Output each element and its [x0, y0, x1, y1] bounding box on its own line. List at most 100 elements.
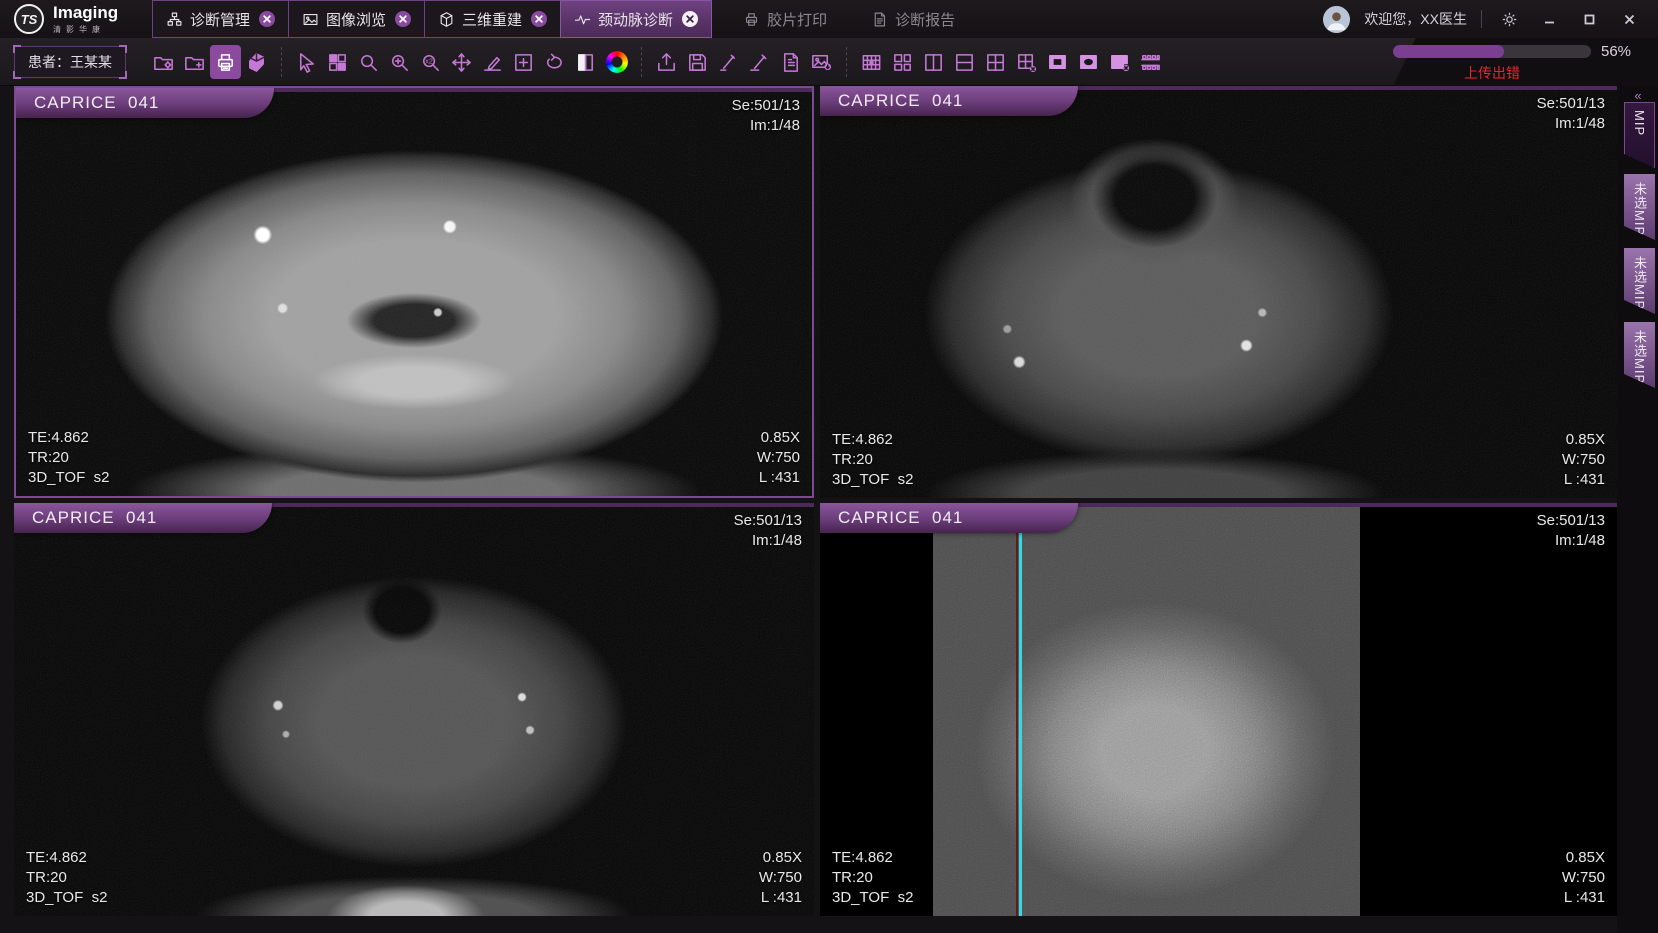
magnifier-icon [357, 51, 380, 74]
folder-plus-icon [183, 51, 206, 74]
toolbar-separator [281, 47, 282, 77]
print-icon [214, 51, 237, 74]
sequence-overlay: TE:4.862TR:203D_TOF s2 [26, 848, 107, 908]
rotate-3d-button[interactable] [539, 45, 570, 79]
side-tab-unselected-mip-1[interactable]: 未选MIP [1624, 174, 1655, 240]
collapse-panel-button[interactable]: « [1617, 88, 1658, 103]
zoom-in-button[interactable] [384, 45, 415, 79]
measure-distance-button[interactable] [713, 45, 744, 79]
layout-remove-button[interactable] [1011, 45, 1042, 79]
window-level-button[interactable] [570, 45, 601, 79]
close-button[interactable] [1616, 6, 1642, 32]
report-add-button[interactable] [775, 45, 806, 79]
rotate-icon [543, 51, 566, 74]
panel-title: CAPRICE 041 [838, 508, 963, 528]
folder-gear-icon [152, 51, 175, 74]
sequence-overlay: TE:4.862TR:203D_TOF s2 [832, 848, 913, 908]
scan-reference-line[interactable] [1019, 503, 1022, 916]
side-tab-unselected-mip-3[interactable]: 未选MIP [1624, 322, 1655, 388]
split-vertical-button[interactable] [918, 45, 949, 79]
user-avatar[interactable] [1323, 6, 1350, 33]
film-strip-button[interactable] [1135, 45, 1166, 79]
patient-selector[interactable]: 患者：王某某 [14, 46, 126, 78]
open-study-settings-button[interactable] [148, 45, 179, 79]
magnify-button[interactable] [353, 45, 384, 79]
export-button[interactable] [651, 45, 682, 79]
corner-bracket [13, 71, 21, 79]
window-level-overlay: 0.85XW:750L :431 [757, 428, 800, 488]
split-horizontal-button[interactable] [949, 45, 980, 79]
roi-rectangle-button[interactable] [1042, 45, 1073, 79]
tab-film-print[interactable]: 胶片打印 [730, 0, 840, 38]
maximize-icon [1583, 13, 1596, 26]
minimize-icon [1543, 13, 1556, 26]
roi-ellipse-button[interactable] [1073, 45, 1104, 79]
logo-title: Imaging [53, 4, 118, 21]
cube-3d-icon [245, 51, 268, 74]
viewport-panel-top-left[interactable]: CAPRICE 041 Se:501/13Im:1/48 TE:4.862TR:… [14, 86, 814, 498]
panel-title: CAPRICE 041 [34, 93, 159, 113]
org-chart-icon [166, 11, 183, 28]
series-overlay: Se:501/13Im:1/48 [1537, 94, 1605, 134]
pencil-measure-icon [481, 51, 504, 74]
viewport-panel-bottom-left[interactable]: CAPRICE 041 Se:501/13Im:1/48 TE:4.862TR:… [14, 503, 814, 916]
volume-3d-button[interactable] [241, 45, 272, 79]
color-wheel-icon [606, 51, 628, 73]
tab-close-icon[interactable] [259, 11, 275, 27]
measure-line-button[interactable] [744, 45, 775, 79]
panel-header: CAPRICE 041 [14, 503, 272, 533]
maximize-button[interactable] [1576, 6, 1602, 32]
save-button[interactable] [682, 45, 713, 79]
viewport-panel-bottom-right[interactable]: CAPRICE 041 Se:501/13Im:1/48 TE:4.862TR:… [820, 503, 1617, 916]
side-tab-mip[interactable]: MIP [1624, 102, 1655, 168]
zoom-2x-button[interactable]: x2 [415, 45, 446, 79]
layout-grid-2x2-button[interactable] [980, 45, 1011, 79]
mri-image [820, 86, 1617, 498]
annotate-button[interactable] [477, 45, 508, 79]
doc-plus-icon [779, 51, 802, 74]
printer-icon [743, 11, 760, 28]
tab-carotid-diagnosis[interactable]: 颈动脉诊断 [560, 0, 712, 38]
split-vertical-icon [922, 51, 945, 74]
reference-line-secondary [1016, 503, 1018, 916]
tab-label: 颈动脉诊断 [598, 9, 673, 30]
cursor-icon [295, 51, 318, 74]
titlebar: TS Imaging 清影华康 诊断管理 图像浏览 三维重建 [0, 0, 1658, 38]
tab-close-icon[interactable] [682, 11, 698, 27]
measure-line-icon [748, 51, 771, 74]
noise-texture [933, 503, 1360, 916]
tab-diagnosis-report[interactable]: 诊断报告 [858, 0, 968, 38]
series-overlay: Se:501/13Im:1/48 [734, 511, 802, 551]
cube-icon [438, 11, 455, 28]
layout-presets-button[interactable] [322, 45, 353, 79]
grid-full-icon [860, 51, 883, 74]
logo-badge-icon: TS [14, 4, 44, 34]
cursor-select-button[interactable] [291, 45, 322, 79]
mip-side-panel: « MIP 未选MIP 未选MIP 未选MIP [1617, 86, 1658, 933]
add-study-button[interactable] [179, 45, 210, 79]
image-export-button[interactable] [806, 45, 837, 79]
pan-button[interactable] [446, 45, 477, 79]
color-map-button[interactable] [601, 45, 632, 79]
tab-label: 图像浏览 [326, 9, 386, 30]
mri-image [820, 503, 1617, 916]
tab-diagnosis-management[interactable]: 诊断管理 [152, 0, 289, 38]
tab-3d-reconstruction[interactable]: 三维重建 [424, 0, 561, 38]
upload-error-text: 上传出错 [1393, 63, 1591, 83]
viewport-panel-top-right[interactable]: CAPRICE 041 Se:501/13Im:1/48 TE:4.862TR:… [820, 86, 1617, 498]
localize-frame-button[interactable] [508, 45, 539, 79]
roi-remove-button[interactable] [1104, 45, 1135, 79]
tab-close-icon[interactable] [531, 11, 547, 27]
print-button[interactable] [210, 45, 241, 79]
side-tab-unselected-mip-2[interactable]: 未选MIP [1624, 248, 1655, 314]
logo-subtitle: 清影华康 [53, 24, 118, 35]
tab-image-browse[interactable]: 图像浏览 [288, 0, 425, 38]
film-strip-icon [1139, 51, 1162, 74]
tab-close-icon[interactable] [395, 11, 411, 27]
minimize-button[interactable] [1536, 6, 1562, 32]
settings-button[interactable] [1496, 6, 1522, 32]
tab-label: 诊断报告 [895, 9, 955, 30]
layout-blocks-button[interactable] [887, 45, 918, 79]
layout-grid-full-button[interactable] [856, 45, 887, 79]
avatar-person-icon [1323, 6, 1350, 33]
